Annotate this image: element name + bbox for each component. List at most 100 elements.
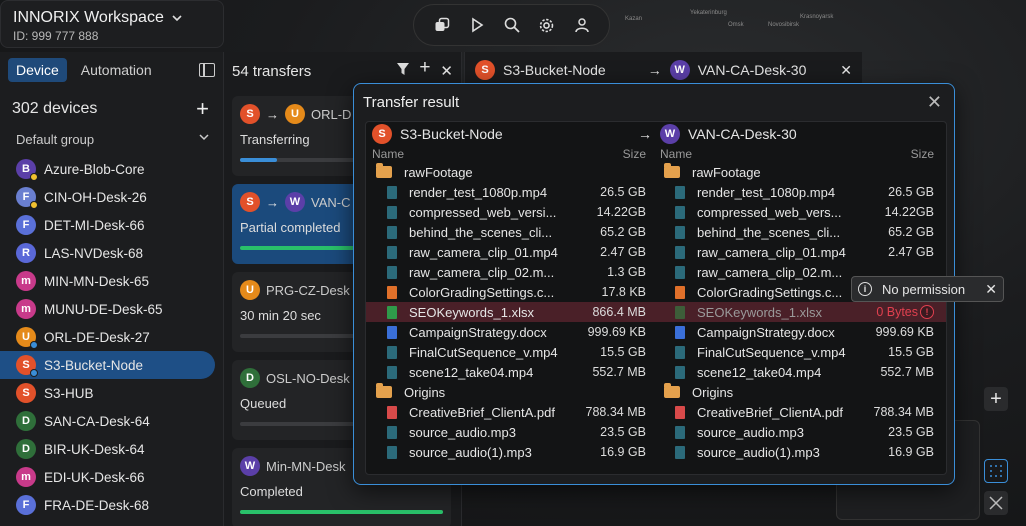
destination-cell: render_test_1080p.mp4 26.5 GB — [654, 182, 942, 202]
add-transfer-button[interactable]: + — [419, 58, 430, 80]
file-row[interactable]: compressed_web_versi... 14.22GB compressed… — [366, 202, 946, 222]
device-item[interactable]: U ORL-DE-Desk-27 — [0, 323, 215, 351]
map-label: Kazan — [625, 16, 643, 22]
file-row[interactable]: CreativeBrief_ClientA.pdf 788.34 MB Creati… — [366, 402, 946, 422]
close-icon[interactable]: ✕ — [985, 281, 997, 298]
filter-icon[interactable] — [397, 62, 410, 80]
arrow-right-icon: → — [647, 62, 662, 78]
error-icon[interactable]: ! — [920, 305, 934, 319]
file-row[interactable]: CampaignStrategy.docx 999.69 KB CampaignSt… — [366, 322, 946, 342]
destination-cell: CampaignStrategy.docx 999.69 KB — [654, 322, 942, 342]
file-row[interactable]: scene12_take04.mp4 552.7 MB scene12_take04… — [366, 362, 946, 382]
tab-automation[interactable]: Automation — [73, 58, 160, 82]
file-row[interactable]: FinalCutSequence_v.mp4 15.5 GB FinalCutSeq… — [366, 342, 946, 362]
gear-icon[interactable] — [535, 13, 559, 37]
file-row[interactable]: behind_the_scenes_cli... 65.2 GB behind_th… — [366, 222, 946, 242]
group-selector[interactable]: Default group — [0, 128, 223, 155]
chevron-down-icon — [199, 134, 209, 141]
file-size: 2.47 GB — [600, 245, 646, 259]
device-avatar: m — [16, 271, 36, 291]
device-item[interactable]: D BIR-UK-Desk-64 — [0, 435, 215, 463]
arrow-right-icon: → — [638, 126, 652, 142]
pdf-file-icon — [675, 405, 685, 419]
device-avatar: U — [16, 327, 38, 349]
device-name: DET-MI-Desk-66 — [44, 217, 145, 233]
fit-view-icon[interactable] — [984, 491, 1008, 515]
file-name: raw_camera_clip_01.mp4 — [409, 244, 558, 260]
file-name: compressed_web_vers... — [697, 204, 842, 220]
file-row[interactable]: raw_camera_clip_01.mp4 2.47 GB raw_camera_… — [366, 242, 946, 262]
file-row[interactable]: source_audio.mp3 23.5 GB source_audio.mp3 2… — [366, 422, 946, 442]
close-icon[interactable]: ✕ — [927, 92, 942, 113]
progress-fill — [240, 158, 277, 162]
source-cell: compressed_web_versi... 14.22GB — [366, 202, 654, 222]
file-size: 65.2 GB — [888, 225, 934, 239]
device-name: S3-Bucket-Node — [44, 357, 144, 373]
device-item[interactable]: m MUNU-DE-Desk-65 — [0, 295, 215, 323]
file-name: FinalCutSequence_v.mp4 — [409, 344, 558, 360]
folder-row[interactable]: Origins Origins — [366, 382, 946, 402]
search-icon[interactable] — [500, 13, 524, 37]
file-name: source_audio.mp3 — [409, 424, 516, 440]
device-avatar: R — [16, 243, 36, 263]
file-size: 26.5 GB — [888, 185, 934, 199]
file-size: 15.5 GB — [600, 345, 646, 359]
device-item[interactable]: S S3-HUB — [0, 379, 215, 407]
sidebar-toggle-icon[interactable] — [199, 63, 215, 77]
chevron-down-icon[interactable] — [172, 13, 182, 23]
select-area-icon[interactable] — [984, 459, 1008, 483]
device-name: MUNU-DE-Desk-65 — [44, 301, 163, 317]
audio-file-icon — [675, 445, 685, 459]
device-item[interactable]: m EDI-UK-Desk-66 — [0, 463, 215, 491]
destination-avatar: W — [285, 192, 305, 212]
file-name: raw_camera_clip_02.m... — [409, 264, 555, 280]
audio-file-icon — [387, 425, 397, 439]
file-row[interactable]: render_test_1080p.mp4 26.5 GB render_test_… — [366, 182, 946, 202]
destination-avatar: W — [669, 60, 690, 80]
file-name: ColorGradingSettings.c... — [409, 284, 555, 300]
device-item[interactable]: F FRA-DE-Desk-68 — [0, 491, 215, 519]
file-size: 788.34 MB — [585, 405, 646, 419]
close-icon[interactable]: ✕ — [840, 62, 852, 79]
device-panel: Device Automation 302 devices + Default … — [0, 52, 224, 526]
transfer-destination: ORL-D — [311, 106, 352, 122]
device-item[interactable]: F CIN-OH-Desk-26 — [0, 183, 215, 211]
play-icon[interactable] — [465, 13, 489, 37]
device-item[interactable]: S S3-Bucket-Node — [0, 351, 215, 379]
user-icon[interactable] — [570, 13, 594, 37]
layers-icon[interactable] — [430, 13, 454, 37]
destination-cell: scene12_take04.mp4 552.7 MB — [654, 362, 942, 382]
source-cell: Origins — [366, 382, 654, 402]
destination-cell: compressed_web_vers... 14.22GB — [654, 202, 942, 222]
tab-device[interactable]: Device — [8, 58, 67, 82]
workspace-header[interactable]: INNORIX Workspace ID: 999 777 888 — [0, 0, 224, 48]
audio-file-icon — [387, 445, 397, 459]
avatar-letter: D — [22, 415, 30, 427]
avatar-letter: S — [246, 108, 254, 120]
device-item[interactable]: B Azure-Blob-Core — [0, 155, 215, 183]
map-label: Krasnoyarsk — [800, 14, 834, 20]
status-dot — [30, 201, 38, 209]
file-size: 23.5 GB — [888, 425, 934, 439]
device-avatar: D — [16, 411, 36, 431]
avatar-letter: S — [22, 359, 30, 371]
file-name: CampaignStrategy.docx — [697, 324, 835, 340]
add-device-button[interactable]: + — [196, 98, 209, 120]
device-item[interactable]: R LAS-NVDesk-68 — [0, 239, 215, 267]
zoom-in-button[interactable]: + — [984, 387, 1008, 411]
device-item[interactable]: D SAN-CA-Desk-64 — [0, 407, 215, 435]
file-size: 14.22GB — [596, 205, 646, 219]
file-name: compressed_web_versi... — [409, 204, 557, 220]
folder-row[interactable]: rawFootage rawFootage — [366, 162, 946, 182]
file-size: 552.7 MB — [592, 365, 646, 379]
destination-cell: rawFootage — [654, 162, 942, 182]
file-row[interactable]: source_audio(1).mp3 16.9 GB source_audio(1… — [366, 442, 946, 462]
device-item[interactable]: F DET-MI-Desk-66 — [0, 211, 215, 239]
avatar-letter: F — [22, 499, 30, 511]
dialog-title: Transfer result — [363, 93, 460, 111]
file-row[interactable]: SEOKeywords_1.xlsx 866.4 MB SEOKeywords_1.… — [366, 302, 946, 322]
video-file-icon — [387, 205, 397, 219]
device-item[interactable]: m MIN-MN-Desk-65 — [0, 267, 215, 295]
close-icon[interactable]: ✕ — [440, 62, 453, 80]
file-size: 999.69 KB — [587, 325, 646, 339]
